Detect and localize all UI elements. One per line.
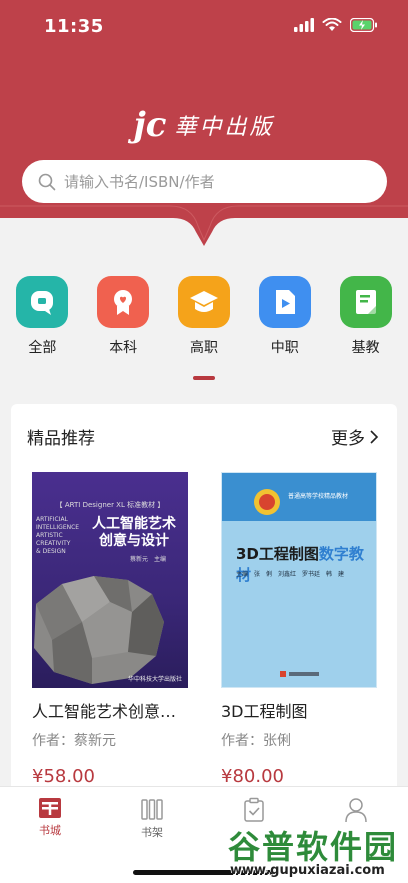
bookshelf-icon	[141, 799, 163, 820]
cover-publisher-logo	[280, 671, 319, 677]
book-author: 作者：蔡新元	[32, 733, 116, 749]
brand-mark: jc	[133, 105, 167, 145]
tab-bookstore[interactable]: 书城	[20, 797, 80, 838]
cover-top-text: 普通高等学校精品教材	[288, 493, 349, 500]
bookstore-icon	[39, 798, 61, 818]
more-label: 更多	[331, 429, 365, 449]
wifi-icon	[322, 18, 342, 31]
page-indicator	[193, 376, 215, 380]
book-item[interactable]: 普通高等学校精品教材 3D工程制图数字教材 主编 张 俐 刘鑫红 罗书廷 韩 建…	[221, 472, 381, 787]
watermark-text: 谷普软件园	[228, 828, 399, 866]
cover-editors: 主编 张 俐 刘鑫红 罗书廷 韩 建	[236, 571, 345, 578]
book-author: 作者：张俐	[221, 733, 291, 749]
category-label: 高职	[189, 340, 218, 356]
cover-emblem-icon	[254, 489, 280, 515]
book-cover[interactable]: 【 ARTI Designer XL 标准教材 】 ARTIFICIAL INT…	[32, 472, 188, 688]
category-label: 基教	[351, 340, 380, 356]
category-label: 全部	[28, 340, 57, 356]
ribbon-icon	[97, 276, 150, 328]
category-grid: 全部 本科 高职 中职 基教	[0, 276, 408, 357]
book-title[interactable]: 人工智能艺术创意…	[32, 698, 208, 722]
section-title: 精品推荐	[27, 429, 95, 449]
graduation-cap-icon	[177, 276, 230, 328]
publisher-logo: jc 華中出版	[0, 108, 408, 142]
search-icon	[38, 173, 56, 190]
category-label: 本科	[109, 340, 138, 356]
category-label: 中职	[270, 340, 299, 356]
chevron-right-icon	[370, 429, 379, 444]
category-secondary-vocational[interactable]: 中职	[250, 276, 320, 357]
status-bar: 11:35	[0, 0, 408, 50]
brand-name: 華中出版	[174, 115, 275, 140]
book-item[interactable]: 【 ARTI Designer XL 标准教材 】 ARTIFICIAL INT…	[32, 472, 192, 787]
category-undergraduate[interactable]: 本科	[88, 276, 158, 357]
cover-editor: 蔡新元 主编	[129, 556, 166, 563]
notebook-icon	[339, 276, 392, 328]
tab-label: 书架	[141, 826, 163, 839]
category-vocational-college[interactable]: 高职	[169, 276, 239, 357]
signal-icon	[294, 18, 314, 32]
cover-title: 人工智能艺术 创意与设计	[92, 516, 176, 549]
search-input[interactable]	[64, 172, 364, 191]
cover-english: ARTIFICIAL INTELLIGENCE ARTISTIC CREATIV…	[36, 516, 80, 555]
search-bar[interactable]	[22, 160, 387, 203]
book-price: ¥80.00	[221, 766, 284, 787]
status-icons	[294, 18, 378, 32]
recommend-section: 精品推荐 更多 【 ARTI Designer XL 标准教材 】 ARTIFI…	[11, 404, 397, 804]
category-basic-education[interactable]: 基教	[331, 276, 401, 357]
battery-charging-icon	[350, 18, 377, 32]
book-price: ¥58.00	[32, 766, 95, 787]
cover-publisher: 华中科技大学出版社	[127, 676, 182, 683]
all-icon	[16, 276, 69, 328]
more-button[interactable]: 更多	[331, 424, 379, 449]
watermark: 谷普软件园 www.gupuxiazai.com	[224, 818, 408, 883]
status-time: 11:35	[44, 16, 104, 37]
header: 11:35 jc 華中出版	[0, 0, 408, 250]
cover-series: 【 ARTI Designer XL 标准教材 】	[55, 501, 165, 509]
watermark-url: www.gupuxiazai.com	[230, 863, 385, 878]
tab-label: 书城	[39, 824, 61, 837]
document-play-icon	[258, 276, 311, 328]
category-all[interactable]: 全部	[7, 276, 77, 357]
book-cover[interactable]: 普通高等学校精品教材 3D工程制图数字教材 主编 张 俐 刘鑫红 罗书廷 韩 建	[221, 472, 377, 688]
book-title[interactable]: 3D工程制图	[221, 698, 397, 722]
tab-bookshelf[interactable]: 书架	[122, 797, 182, 840]
cover-title: 3D工程制图数字教材	[236, 545, 364, 584]
